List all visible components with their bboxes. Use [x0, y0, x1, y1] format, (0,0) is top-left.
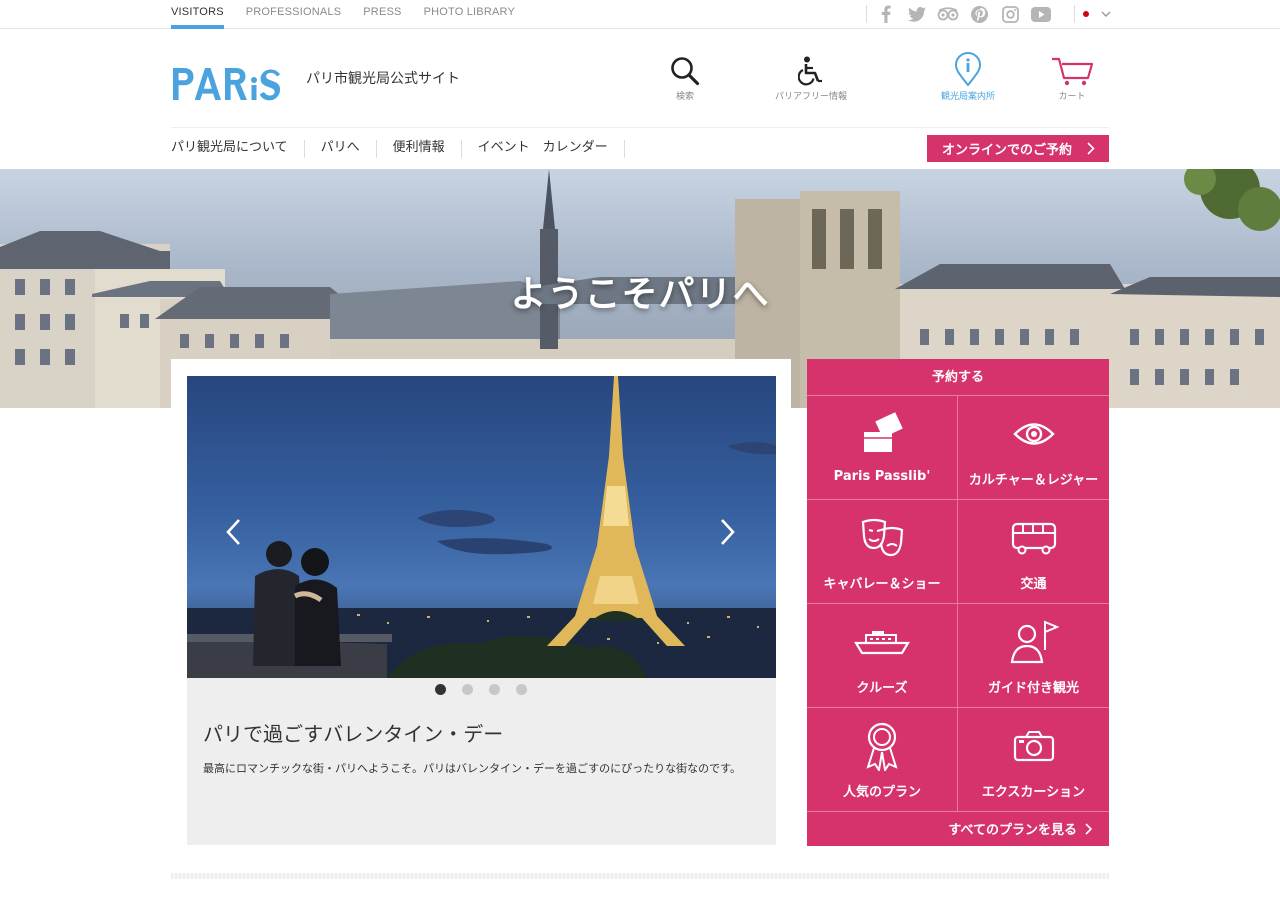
- online-booking-label: オンラインでのご予約: [942, 143, 1073, 158]
- booking-cabaret-show[interactable]: キャバレー＆ショー: [807, 500, 958, 604]
- slide-image: [187, 376, 776, 678]
- slider-dot-2[interactable]: [462, 684, 473, 695]
- see-all-plans-link[interactable]: すべてのプランを見る: [948, 819, 1092, 838]
- chevron-right-icon: [1085, 822, 1092, 835]
- instagram-icon[interactable]: [999, 4, 1021, 24]
- booking-guided-tours[interactable]: ガイド付き観光: [958, 604, 1109, 708]
- search-button[interactable]: 検索: [630, 48, 740, 102]
- award-icon: [807, 722, 957, 771]
- cart-icon: [1017, 48, 1127, 86]
- booking-popular-plans[interactable]: 人気のプラン: [807, 708, 958, 812]
- nav-professionals[interactable]: PROFESSIONALS: [246, 0, 342, 29]
- nav-visitors[interactable]: VISITORS: [171, 0, 224, 29]
- section-divider: [171, 873, 1109, 879]
- booking-culture-leisure[interactable]: カルチャー＆レジャー: [958, 396, 1109, 500]
- tickets-icon: [807, 410, 957, 458]
- accessibility-button[interactable]: パリアフリー情報: [756, 48, 866, 102]
- nav-press[interactable]: PRESS: [363, 0, 401, 29]
- slide-caption: パリで過ごすバレンタイン・デー 最高にロマンチックな街・パリへようこそ。パリはバ…: [187, 678, 776, 845]
- search-icon: [630, 48, 740, 86]
- social-links: [866, 4, 1061, 24]
- divider: [1074, 5, 1075, 23]
- chevron-right-icon: [1087, 142, 1095, 155]
- chevron-down-icon: [1101, 11, 1111, 17]
- twitter-icon[interactable]: [906, 4, 928, 24]
- info-center-button[interactable]: 観光局案内所: [913, 48, 1023, 102]
- site-tagline: パリ市観光局公式サイト: [306, 71, 460, 87]
- info-pin-icon: [913, 48, 1023, 86]
- chevron-left-icon: [226, 519, 240, 545]
- pinterest-icon[interactable]: [968, 4, 990, 24]
- paris-logo[interactable]: [171, 66, 293, 106]
- featured-slider: パリで過ごすバレンタイン・デー 最高にロマンチックな街・パリへようこそ。パリはバ…: [171, 359, 791, 859]
- booking-item-label: キャバレー＆ショー: [823, 577, 941, 592]
- slider-prev-button[interactable]: [225, 518, 241, 550]
- booking-item-label: 人気のプラン: [842, 785, 921, 800]
- top-bar: VISITORS PROFESSIONALS PRESS PHOTO LIBRA…: [0, 0, 1280, 29]
- camera-icon: [958, 722, 1109, 770]
- nav-useful-info[interactable]: 便利情報: [393, 140, 462, 158]
- booking-item-label: カルチャー＆レジャー: [968, 473, 1099, 488]
- slider-dot-3[interactable]: [489, 684, 500, 695]
- booking-excursion[interactable]: エクスカーション: [958, 708, 1109, 812]
- cart-label: カート: [1058, 92, 1086, 102]
- online-booking-button[interactable]: オンラインでのご予約: [927, 135, 1109, 162]
- nav-to-paris[interactable]: パリへ: [321, 140, 377, 158]
- accessibility-label: パリアフリー情報: [774, 92, 847, 102]
- booking-item-label: 交通: [1020, 577, 1047, 592]
- hero-title: ようこそパリへ: [510, 274, 770, 315]
- theater-masks-icon: [807, 514, 957, 562]
- eye-icon: [958, 410, 1109, 458]
- slide-description: 最高にロマンチックな街・パリへようこそ。パリはバレンタイン・デーを過ごすのにぴっ…: [203, 762, 742, 775]
- search-label: 検索: [675, 92, 694, 102]
- chevron-right-icon: [721, 519, 735, 545]
- booking-panel: 予約する Paris Passlib' カルチャー＆レジャー キャバレー＆ショー…: [807, 359, 1109, 846]
- booking-paris-passlib[interactable]: Paris Passlib': [807, 396, 958, 500]
- booking-item-label: エクスカーション: [981, 785, 1086, 800]
- main-nav: パリ観光局について パリへ 便利情報 イベント カレンダー オンラインでのご予約: [171, 127, 1109, 169]
- guide-icon: [958, 618, 1109, 666]
- slider-pagination: [435, 684, 543, 695]
- nav-event-calendar[interactable]: イベント カレンダー: [478, 140, 625, 158]
- facebook-icon[interactable]: [875, 4, 897, 24]
- slider-dot-1[interactable]: [435, 684, 446, 695]
- eiffel-tower-night-image: [187, 376, 776, 678]
- boat-icon: [807, 618, 957, 666]
- booking-header: 予約する: [807, 359, 1109, 396]
- youtube-icon[interactable]: [1030, 4, 1052, 24]
- see-all-plans-label: すべてのプランを見る: [948, 823, 1077, 838]
- booking-item-label: クルーズ: [856, 681, 908, 696]
- slider-next-button[interactable]: [720, 518, 736, 550]
- slide-title[interactable]: パリで過ごすバレンタイン・デー: [203, 718, 503, 747]
- booking-item-label: ガイド付き観光: [987, 681, 1079, 696]
- nav-photo-library[interactable]: PHOTO LIBRARY: [424, 0, 515, 29]
- tripadvisor-icon[interactable]: [937, 4, 959, 24]
- info-center-label: 観光局案内所: [940, 92, 995, 102]
- japan-flag-icon: [1083, 11, 1089, 17]
- nav-about[interactable]: パリ観光局について: [171, 140, 305, 158]
- cart-button[interactable]: カート: [1017, 48, 1127, 102]
- wheelchair-icon: [756, 48, 866, 86]
- audience-nav: VISITORS PROFESSIONALS PRESS PHOTO LIBRA…: [171, 0, 537, 29]
- booking-transport[interactable]: 交通: [958, 500, 1109, 604]
- divider: [866, 5, 867, 23]
- slider-dot-4[interactable]: [516, 684, 527, 695]
- bus-icon: [958, 514, 1109, 562]
- language-selector[interactable]: [1074, 5, 1111, 23]
- booking-item-label: Paris Passlib': [833, 469, 931, 484]
- booking-cruise[interactable]: クルーズ: [807, 604, 958, 708]
